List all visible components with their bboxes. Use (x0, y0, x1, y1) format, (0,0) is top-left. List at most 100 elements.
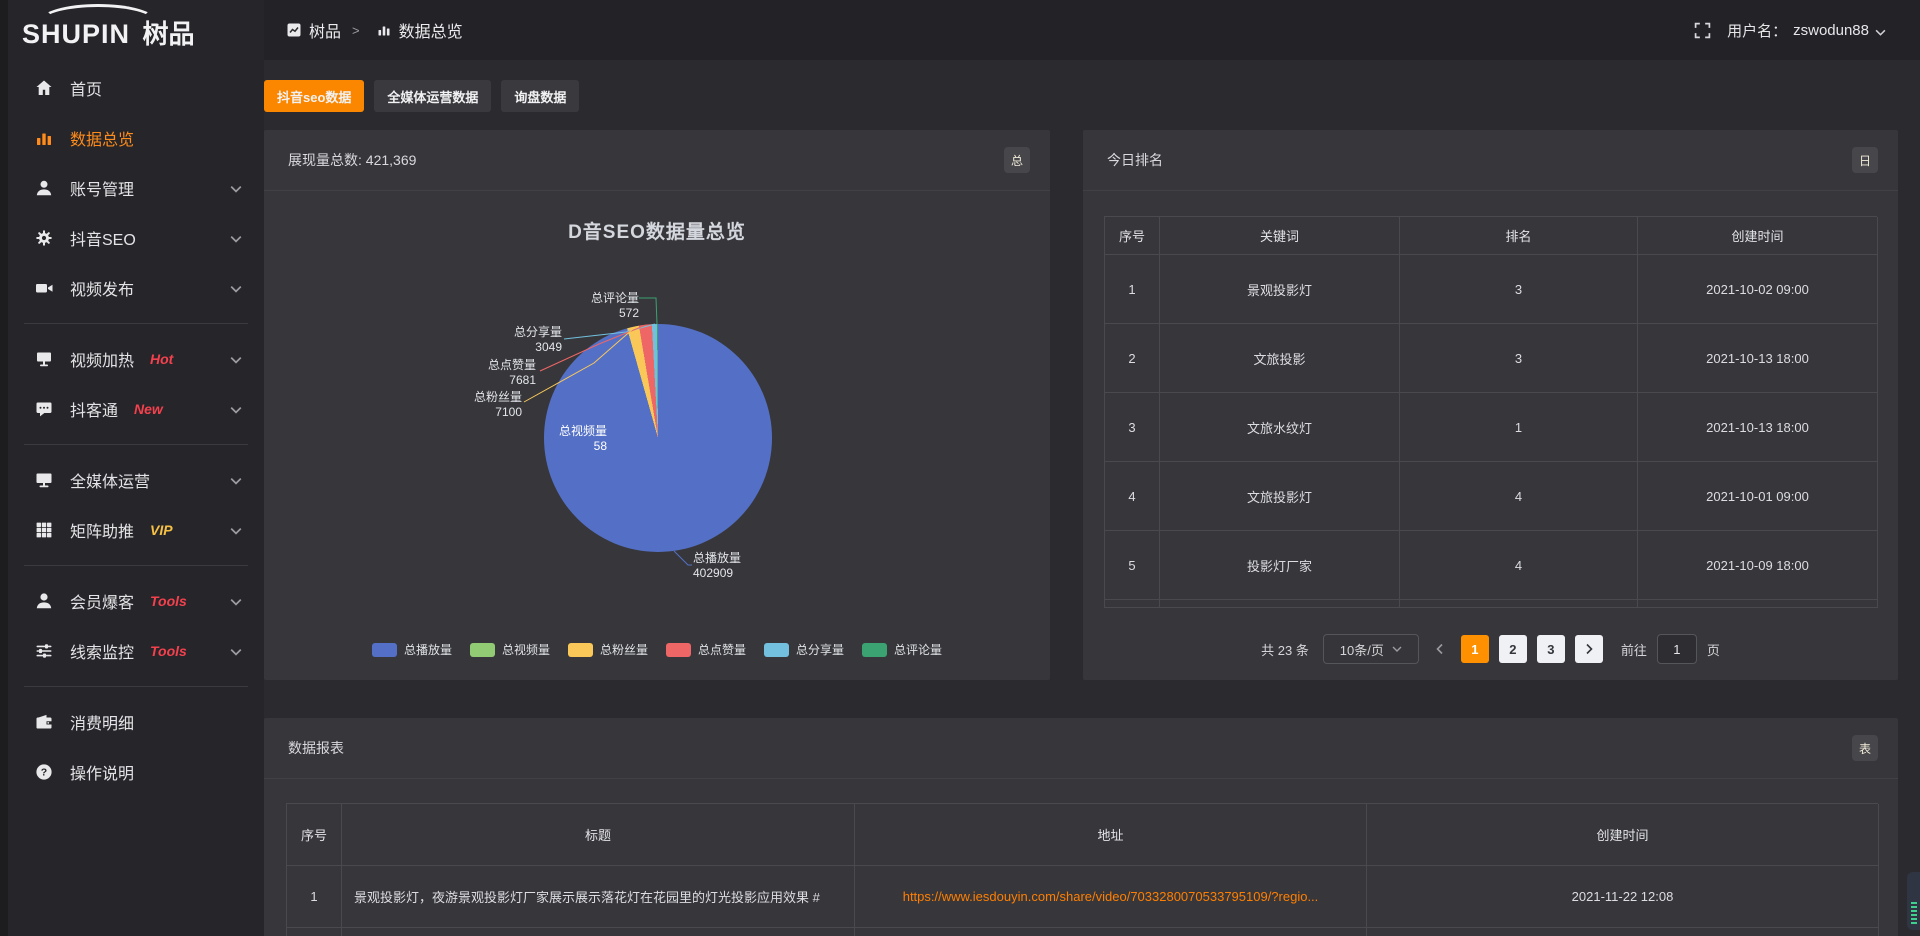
table-cell-clipped (1367, 928, 1879, 936)
legend-item-videos[interactable]: 总视频量 (470, 641, 550, 658)
table-cell-clipped (342, 928, 855, 936)
report-title: 数据报表 (288, 738, 344, 758)
legend-item-plays[interactable]: 总播放量 (372, 641, 452, 658)
sidebar-item-matrix-boost[interactable]: 矩阵助推 VIP (8, 505, 264, 555)
top-bar: 树品 > 数据总览 用户名： zswodun88 (264, 0, 1920, 60)
chart-legend: 总播放量 总视频量 总粉丝量 总点赞量 总分享量 (264, 641, 1050, 658)
chevron-down-icon (230, 645, 242, 657)
column-header: 序号 (1105, 217, 1160, 255)
sidebar-item-label: 操作说明 (70, 760, 134, 784)
sidebar-item-label: 视频加热 (70, 347, 134, 371)
table-cell: 3 (1105, 393, 1160, 462)
page-button-1[interactable]: 1 (1461, 635, 1489, 663)
sidebar-item-doukertong[interactable]: 抖客通 New (8, 384, 264, 434)
sidebar-item-member-burst[interactable]: 会员爆客 Tools (8, 576, 264, 626)
pie-label-plays: 总播放量402909 (693, 551, 741, 581)
sidebar-item-help[interactable]: ? 操作说明 (8, 747, 264, 797)
pagination: 共 23 条 10条/页 1 2 3 前往 页 (1083, 634, 1898, 664)
sidebar-item-video-heat[interactable]: 视频加热 Hot (8, 334, 264, 384)
breadcrumb-root[interactable]: 树品 (309, 18, 341, 42)
breadcrumb-app-icon (287, 23, 301, 37)
table-cell-clipped (1160, 600, 1400, 608)
video-link[interactable]: https://www.iesdouyin.com/share/video/70… (903, 889, 1319, 904)
legend-swatch (666, 643, 691, 657)
home-icon (34, 78, 54, 98)
column-header: 标题 (342, 804, 855, 866)
table-cell: 4 (1400, 462, 1638, 531)
legend-item-shares[interactable]: 总分享量 (764, 641, 844, 658)
window-edge (0, 0, 8, 936)
report-panel-header: 数据报表 表 (264, 718, 1898, 778)
fullscreen-icon[interactable] (1694, 22, 1711, 39)
table-cell-url: https://www.iesdouyin.com/share/video/70… (855, 866, 1367, 928)
sidebar-item-label: 全媒体运营 (70, 468, 150, 492)
user-menu[interactable]: 用户名： zswodun88 (1727, 20, 1886, 41)
pie-label-shares: 总分享量3049 (514, 325, 562, 355)
overview-total-badge[interactable]: 总 (1004, 147, 1030, 173)
pie-label-likes: 总点赞量7681 (488, 358, 536, 388)
page-button-2[interactable]: 2 (1499, 635, 1527, 663)
breadcrumb-bars-icon (377, 23, 391, 37)
pie-label-videos: 总视频量58 (559, 424, 607, 454)
chevron-down-icon (230, 474, 242, 486)
user-icon (34, 178, 54, 198)
chevron-down-icon (230, 595, 242, 607)
goto-page-input[interactable] (1657, 634, 1697, 664)
prev-page-button[interactable] (1429, 635, 1451, 663)
sidebar-item-label: 矩阵助推 (70, 518, 134, 542)
table-cell: 1 (1400, 393, 1638, 462)
sidebar-item-spend-detail[interactable]: 消费明细 (8, 697, 264, 747)
chevron-down-icon (1392, 644, 1402, 654)
table-cell: 2021-10-09 18:00 (1638, 531, 1878, 600)
table-cell-title: 景观投影灯，夜游景观投影灯厂家展示展示落花灯在花园里的灯光投影应用效果 # (342, 866, 855, 928)
sidebar-menu: 首页 数据总览 账号管理 抖音SEO (8, 63, 264, 797)
overview-title: 展现量总数: 421,369 (288, 150, 416, 170)
column-header: 创建时间 (1367, 804, 1879, 866)
page-button-3[interactable]: 3 (1537, 635, 1565, 663)
sidebar-item-label: 首页 (70, 76, 102, 100)
legend-item-fans[interactable]: 总粉丝量 (568, 641, 648, 658)
ranking-day-badge[interactable]: 日 (1852, 147, 1878, 173)
report-panel: 数据报表 表 序号 标题 地址 创建时间 1 景观投影灯，夜游景观投影灯厂家展示… (264, 718, 1898, 936)
overview-panel: 展现量总数: 421,369 总 D音SEO数据量总览 总评论量572 总分享 (264, 130, 1050, 680)
table-cell: 2021-10-13 18:00 (1638, 324, 1878, 393)
sidebar-item-label: 抖音SEO (70, 226, 136, 250)
sidebar-item-omnimedia[interactable]: 全媒体运营 (8, 455, 264, 505)
legend-item-comments[interactable]: 总评论量 (862, 641, 942, 658)
sidebar-item-label: 账号管理 (70, 176, 134, 200)
sidebar-item-video-publish[interactable]: 视频发布 (8, 263, 264, 313)
table-cell: 2 (1105, 324, 1160, 393)
grid-icon (34, 520, 54, 540)
sidebar-item-label: 会员爆客 (70, 589, 134, 613)
breadcrumb: 树品 > 数据总览 (287, 18, 463, 42)
table-cell: 4 (1400, 531, 1638, 600)
legend-swatch (470, 643, 495, 657)
sidebar-item-data-overview[interactable]: 数据总览 (8, 113, 264, 163)
page-size-select[interactable]: 10条/页 (1323, 634, 1419, 664)
table-cell-clipped (1638, 600, 1878, 608)
member-icon (34, 591, 54, 611)
topbar-right: 用户名： zswodun88 (1694, 20, 1886, 41)
tab-inquiry-data[interactable]: 询盘数据 (501, 80, 579, 112)
sidebar-item-douyin-seo[interactable]: 抖音SEO (8, 213, 264, 263)
next-page-button[interactable] (1575, 635, 1603, 663)
tab-douyin-seo-data[interactable]: 抖音seo数据 (264, 80, 364, 112)
chevron-down-icon (230, 403, 242, 415)
sidebar-item-home[interactable]: 首页 (8, 63, 264, 113)
legend-item-likes[interactable]: 总点赞量 (666, 641, 746, 658)
table-cell: 2021-11-22 12:08 (1367, 866, 1879, 928)
app-logo: SHUPIN 树品 (8, 0, 264, 60)
menu-divider (24, 444, 248, 445)
monitor-icon (34, 470, 54, 490)
table-cell-clipped (287, 928, 342, 936)
sidebar: SHUPIN 树品 首页 数据总览 账号管理 (8, 0, 264, 936)
report-table-badge[interactable]: 表 (1852, 735, 1878, 761)
floating-dock[interactable] (1907, 872, 1920, 930)
tab-omnimedia-data[interactable]: 全媒体运营数据 (374, 80, 491, 112)
sidebar-item-account[interactable]: 账号管理 (8, 163, 264, 213)
new-badge: New (134, 401, 163, 417)
gear-icon (34, 228, 54, 248)
sidebar-item-lead-monitor[interactable]: 线索监控 Tools (8, 626, 264, 676)
report-table: 序号 标题 地址 创建时间 1 景观投影灯，夜游景观投影灯厂家展示展示落花灯在花… (286, 803, 1878, 936)
pie-label-lines (264, 191, 1050, 680)
